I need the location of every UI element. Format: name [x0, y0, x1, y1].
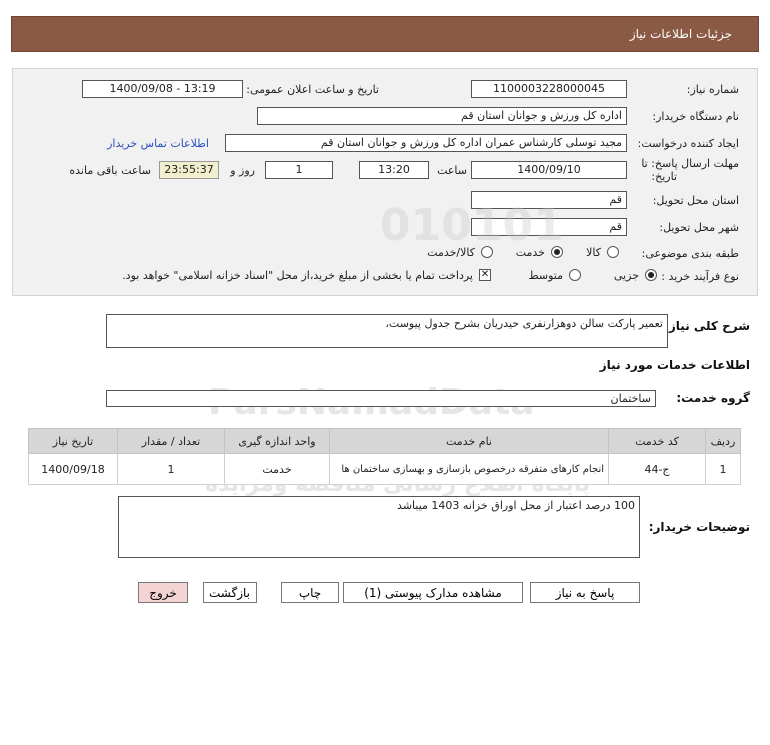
page-header: جزئیات اطلاعات نیاز — [11, 16, 759, 52]
remaining-time-field: 23:55:37 — [159, 161, 219, 179]
column-header: کد خدمت — [608, 428, 706, 454]
column-header: نام خدمت — [329, 428, 609, 454]
process-radio-minor[interactable] — [645, 269, 657, 281]
column-header: تاریخ نیاز — [28, 428, 118, 454]
process-type-label: نوع فرآیند خرید : — [661, 270, 739, 283]
back-button[interactable]: بازگشت — [203, 582, 257, 603]
creator-field: مجید توسلی کارشناس عمران اداره کل ورزش و… — [225, 134, 627, 152]
province-field: قم — [471, 191, 627, 209]
buyer-org-field: اداره کل ورزش و جوانان استان قم — [257, 107, 627, 125]
table-row: 1 ج-44 انجام کارهای متفرقه درخصوص بازساز… — [28, 453, 741, 485]
remaining-days-field: 1 — [265, 161, 333, 179]
buyer-notes-field: 100 درصد اعتبار از محل اوراق خزانه 1403 … — [118, 496, 640, 558]
need-number-label: شماره نیاز: — [686, 83, 739, 96]
remaining-time-label: ساعت باقی مانده — [69, 164, 151, 177]
column-header: واحد اندازه گیری — [224, 428, 330, 454]
province-label: استان محل تحویل: — [652, 194, 739, 207]
services-table-header: ردیف کد خدمت نام خدمت واحد اندازه گیری ت… — [28, 428, 741, 454]
service-group-field: ساختمان — [106, 390, 656, 407]
cell-row-number: 1 — [705, 453, 741, 485]
view-attachments-button[interactable]: مشاهده مدارک پیوستی (1) — [343, 582, 523, 603]
description-field: تعمیر پارکت سالن دوهزارنفری حیدریان بشرح… — [106, 314, 668, 348]
deadline-date-field: 1400/09/10 — [471, 161, 627, 179]
buyer-notes-label: توضیحات خریدار: — [648, 520, 750, 534]
cell-quantity: 1 — [117, 453, 225, 485]
city-field: قم — [471, 218, 627, 236]
deadline-label: مهلت ارسال پاسخ: تا — [641, 157, 739, 170]
remaining-days-label: روز و — [230, 164, 255, 177]
service-group-label: گروه خدمت: — [676, 391, 750, 405]
column-header: ردیف — [705, 428, 741, 454]
services-section-title: اطلاعات خدمات مورد نیاز — [599, 358, 750, 372]
city-label: شهر محل تحویل: — [659, 221, 739, 234]
need-info-panel: شماره نیاز: 1100003228000045 تاریخ و ساع… — [12, 68, 758, 296]
need-number-field: 1100003228000045 — [471, 80, 627, 98]
column-header: تعداد / مقدار — [117, 428, 225, 454]
services-table: ردیف کد خدمت نام خدمت واحد اندازه گیری ت… — [28, 428, 741, 485]
print-button[interactable]: چاپ — [281, 582, 339, 603]
announce-date-field: 1400/09/08 - 13:19 — [82, 80, 243, 98]
deadline-time-field: 13:20 — [359, 161, 429, 179]
exit-button[interactable]: خروج — [138, 582, 188, 603]
buyer-contact-link[interactable]: اطلاعات تماس خریدار — [107, 137, 209, 150]
cell-need-date: 1400/09/18 — [28, 453, 118, 485]
category-radio-service[interactable] — [551, 246, 563, 258]
category-label: طبقه بندی موضوعی: — [641, 247, 739, 260]
category-option-goods: کالا — [586, 246, 601, 259]
category-radio-goods-service[interactable] — [481, 246, 493, 258]
announce-date-label: تاریخ و ساعت اعلان عمومی: — [246, 83, 379, 96]
process-option-minor: جزیی — [613, 269, 639, 282]
process-option-medium: متوسط — [528, 269, 563, 282]
cell-service-name: انجام کارهای متفرقه درخصوص بازسازی و بهس… — [329, 453, 609, 485]
deadline-date-label: تاریخ: — [651, 170, 677, 183]
cell-unit: خدمت — [224, 453, 330, 485]
reply-button[interactable]: پاسخ به نیاز — [530, 582, 640, 603]
cell-service-code: ج-44 — [608, 453, 706, 485]
category-option-goods-service: کالا/خدمت — [427, 246, 475, 259]
treasury-payment-checkbox[interactable]: ✕ — [479, 269, 491, 281]
category-option-service: خدمت — [515, 246, 545, 259]
process-radio-medium[interactable] — [569, 269, 581, 281]
page-title: جزئیات اطلاعات نیاز — [629, 27, 732, 41]
creator-label: ایجاد کننده درخواست: — [637, 137, 739, 150]
treasury-payment-note: پرداخت تمام یا بخشی از مبلغ خرید،از محل … — [122, 269, 473, 282]
description-label: شرح کلی نیاز: — [664, 319, 750, 333]
category-radio-goods[interactable] — [607, 246, 619, 258]
deadline-time-label: ساعت — [437, 164, 467, 177]
buyer-org-label: نام دستگاه خریدار: — [652, 110, 739, 123]
